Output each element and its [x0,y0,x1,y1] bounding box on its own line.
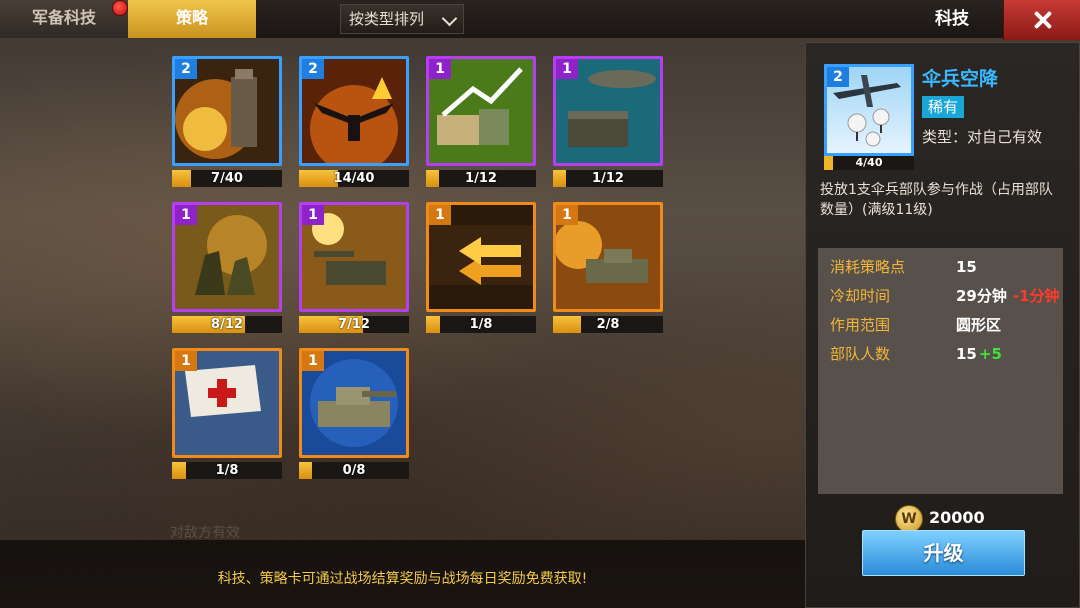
card-progress-text: 7/40 [211,171,243,186]
strategy-card[interactable]: 1 1/8 [172,348,282,482]
level-badge: 1 [556,205,578,225]
card-progress-bar: 0/8 [299,462,409,479]
tab-strategy[interactable]: 策略 [128,0,256,38]
card-type-text: 类型：对自己有效 [922,128,1043,146]
selected-level-badge: 2 [827,67,849,87]
card-progress-bar: 1/8 [426,316,536,333]
strategy-card[interactable]: 1 1/12 [553,56,663,190]
stat-label: 部队人数 [830,345,891,363]
stat-value: 圆形区 [956,316,1002,334]
selected-progress-bar: 4/40 [824,156,914,170]
stat-bonus: -1分钟 [1012,287,1060,305]
card-progress-bar: 7/40 [172,170,282,187]
stat-label: 冷却时间 [830,287,891,305]
bottom-hint-text: 科技、策略卡可通过战场结算奖励与战场每日奖励免费获取! [217,571,588,587]
card-description: 投放1支伞兵部队参与作战（占用部队数量）(满级11级) [820,182,1053,218]
sort-label: 按类型排列 [349,10,425,28]
selected-card-icon: 2 [824,64,914,156]
strategy-card[interactable]: 1 2/8 [553,202,663,336]
stat-label: 消耗策略点 [830,258,906,276]
level-badge: 1 [429,59,451,79]
card-art: 1 [299,348,409,458]
card-progress-text: 7/12 [338,317,370,332]
level-badge: 1 [302,351,324,371]
level-badge: 1 [175,351,197,371]
level-badge: 1 [556,59,578,79]
stat-label: 作用范围 [830,316,891,334]
card-art: 1 [299,202,409,312]
card-progress-text: 1/8 [469,317,493,332]
card-progress-text: 1/12 [592,171,624,186]
stat-value: 15 +5 [956,345,1002,363]
level-badge: 2 [175,59,197,79]
card-progress-bar: 2/8 [553,316,663,333]
level-badge: 1 [429,205,451,225]
upgrade-button[interactable]: 升级 [862,530,1025,576]
selected-card-name: 伞兵空降 [922,68,999,90]
card-progress-text: 8/12 [211,317,243,332]
stat-value: 29分钟 -1分钟 [956,287,1060,305]
page-title: 科技 [935,9,969,29]
coin-icon: W [895,505,923,533]
close-button[interactable] [1003,0,1080,40]
level-badge: 1 [302,205,324,225]
card-art: 1 [172,202,282,312]
strategy-card[interactable]: 1 7/12 [299,202,409,336]
card-progress-bar: 7/12 [299,316,409,333]
faded-section-label: 对敌方有效 [170,525,240,541]
card-art: 1 [553,56,663,166]
card-progress-bar: 1/8 [172,462,282,479]
rarity-badge: 稀有 [922,96,965,118]
strategy-card[interactable]: 1 0/8 [299,348,409,482]
tab-military-tech[interactable]: 军备科技 [0,0,129,38]
card-art: 1 [553,202,663,312]
card-progress-text: 2/8 [596,317,620,332]
card-progress-bar: 1/12 [553,170,663,187]
strategy-card[interactable]: 2 7/40 [172,56,282,190]
card-progress-bar: 8/12 [172,316,282,333]
card-art: 2 [299,56,409,166]
level-badge: 1 [175,205,197,225]
selected-progress-text: 4/40 [855,156,883,169]
strategy-card[interactable]: 1 1/12 [426,56,536,190]
card-art: 1 [426,202,536,312]
stat-bonus: +5 [978,345,1002,363]
card-progress-text: 1/12 [465,171,497,186]
card-progress-bar: 14/40 [299,170,409,187]
card-art: 1 [172,348,282,458]
stats-box: 消耗策略点 15 冷却时间 29分钟 -1分钟 作用范围 圆形区 部队人数 15 +… [818,248,1063,494]
strategy-card[interactable]: 1 1/8 [426,202,536,336]
stat-value: 15 [956,258,977,276]
notification-dot [112,0,128,16]
card-art: 2 [172,56,282,166]
card-art: 1 [426,56,536,166]
strategy-card[interactable]: 2 14/40 [299,56,409,190]
cost-value: 20000 [929,508,985,527]
level-badge: 2 [302,59,324,79]
strategy-card[interactable]: 1 8/12 [172,202,282,336]
card-progress-bar: 1/12 [426,170,536,187]
card-progress-text: 0/8 [342,463,366,478]
card-progress-text: 1/8 [215,463,239,478]
card-progress-text: 14/40 [333,171,375,186]
upgrade-cost: W 20000 [895,505,1005,533]
sort-dropdown[interactable]: 按类型排列 [340,4,464,34]
chevron-down-icon [441,10,458,27]
